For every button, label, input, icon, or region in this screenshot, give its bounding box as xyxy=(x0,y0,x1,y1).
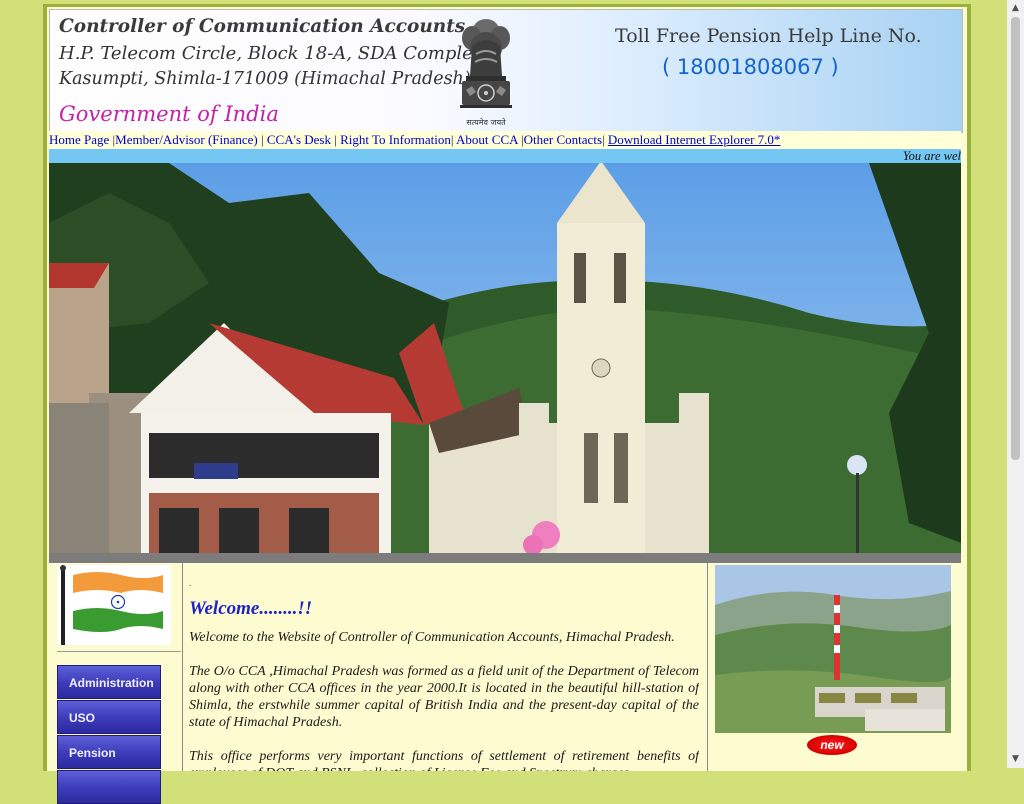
nav-download-ie-link[interactable]: Download Internet Explorer 7.0* xyxy=(608,132,781,147)
scrollbar-thumb[interactable] xyxy=(1011,17,1020,460)
emblem-caption: सत्यमेव जयते xyxy=(466,118,506,127)
sidebar-item-administration[interactable]: Administration xyxy=(57,665,161,699)
sidebar-item-next[interactable] xyxy=(57,770,161,804)
nav-rti-link[interactable]: Right To Information xyxy=(340,132,451,147)
nav-ccas-desk-link[interactable]: CCA's Desk xyxy=(267,132,331,147)
marquee-ticker: You are wel xyxy=(49,149,961,163)
content-dot: . xyxy=(189,578,192,589)
column-divider xyxy=(707,563,708,771)
hero-photo-shimla-church xyxy=(49,163,961,563)
page-container: Controller of Communication Accounts H.P… xyxy=(43,4,971,804)
ticker-text: You are wel xyxy=(902,149,961,163)
vertical-scrollbar[interactable]: ▲ ▼ xyxy=(1007,0,1024,768)
nav-member-link[interactable]: Member/Advisor (Finance) xyxy=(115,132,258,147)
sidebar-item-pension[interactable]: Pension xyxy=(57,735,161,769)
main-content: . Welcome........!! Welcome to the Websi… xyxy=(189,563,699,771)
nav-separator: | xyxy=(330,132,341,147)
left-sidebar: Administration USO Pension xyxy=(49,563,181,804)
address-line-1: H.P. Telecom Circle, Block 18-A, SDA Com… xyxy=(59,43,483,64)
sidebar-divider xyxy=(57,651,181,652)
indian-flag-icon xyxy=(57,565,171,645)
tollfree-number: ( 18001808067 ) xyxy=(662,55,839,79)
sidebar-item-uso[interactable]: USO xyxy=(57,700,161,734)
telecom-tower-photo xyxy=(715,565,951,733)
scroll-down-arrow-icon[interactable]: ▼ xyxy=(1007,751,1024,768)
nav-separator: | xyxy=(257,132,267,147)
right-sidebar: new xyxy=(711,563,959,771)
site-header: Controller of Communication Accounts H.P… xyxy=(49,9,963,133)
nav-other-contacts-link[interactable]: Other Contacts xyxy=(524,132,602,147)
tollfree-label: Toll Free Pension Help Line No. xyxy=(615,25,922,47)
welcome-intro: Welcome to the Website of Controller of … xyxy=(189,630,675,645)
org-name: Controller of Communication Accounts xyxy=(59,16,466,37)
about-paragraph: The O/o CCA ,Himachal Pradesh was formed… xyxy=(189,664,699,730)
address-line-2: Kasumpti, Shimla-171009 (Himachal Prades… xyxy=(59,69,471,89)
column-divider xyxy=(182,563,183,771)
nav-home-link[interactable]: Home Page xyxy=(49,132,109,147)
top-navigation: Home Page |Member/Advisor (Finance) | CC… xyxy=(49,131,961,149)
welcome-heading: Welcome........!! xyxy=(189,598,313,619)
scroll-up-arrow-icon[interactable]: ▲ xyxy=(1007,0,1024,17)
national-emblem-icon: सत्यमेव जयते xyxy=(450,14,522,127)
new-badge-icon[interactable]: new xyxy=(807,735,857,755)
nav-about-link[interactable]: About CCA xyxy=(456,132,518,147)
government-label: Government of India xyxy=(59,102,279,126)
